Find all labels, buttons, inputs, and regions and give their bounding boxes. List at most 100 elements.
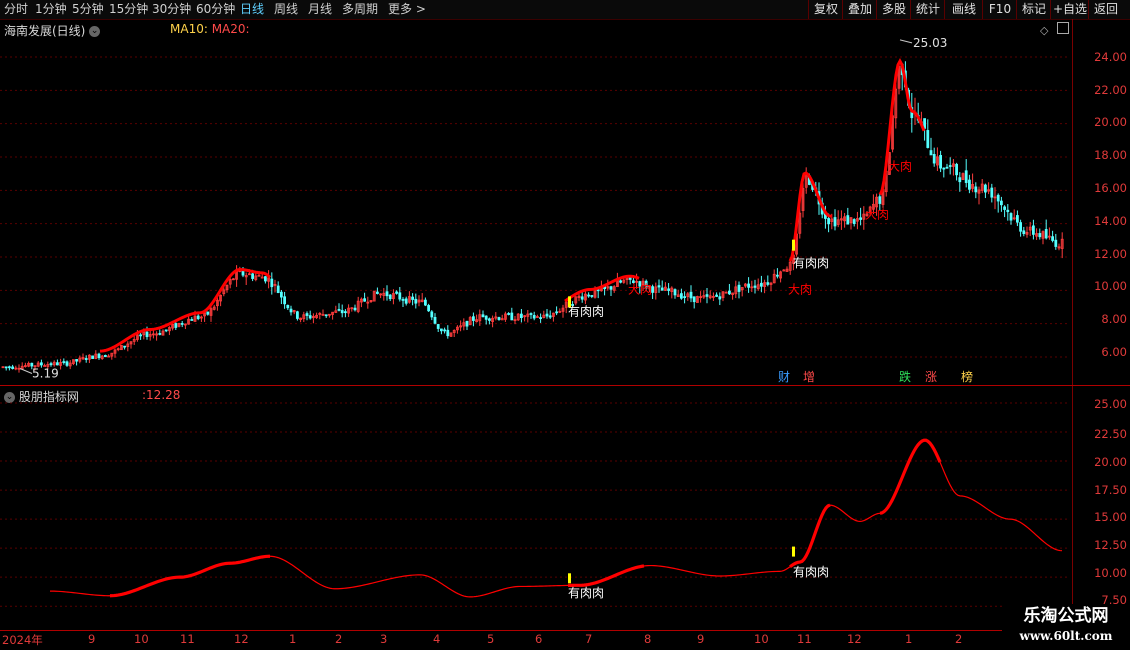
candle-body	[878, 196, 882, 204]
candle-body	[580, 296, 584, 300]
y-tick: 8.00	[1101, 312, 1127, 326]
candle-body	[190, 319, 194, 321]
candle-body	[343, 311, 347, 314]
signal-label: 有肉肉	[568, 586, 604, 600]
candle-body	[520, 313, 523, 318]
event-tag-increase[interactable]: 增	[801, 370, 817, 385]
candle-body	[667, 288, 670, 291]
candle-body	[1003, 206, 1006, 210]
candle-body	[65, 361, 69, 366]
candle-body	[337, 308, 341, 311]
f10-button[interactable]: F10	[982, 0, 1017, 19]
indicator-signal-segment	[879, 438, 942, 515]
overlay-button[interactable]: 叠加	[842, 0, 877, 19]
candle-body	[596, 289, 600, 292]
period-tab-60min[interactable]: 60分钟	[196, 1, 235, 18]
fq-button[interactable]: 复权	[808, 0, 843, 19]
candle-body	[430, 311, 434, 318]
candle-body	[263, 276, 267, 282]
candle-body	[75, 359, 78, 362]
x-tick: 2	[955, 632, 963, 646]
y-tick: 20.00	[1094, 115, 1127, 129]
period-tab-30min[interactable]: 30分钟	[152, 1, 191, 18]
candle-body	[84, 358, 88, 360]
period-tab-daily[interactable]: 日线	[240, 1, 264, 18]
signal-label: 大肉	[865, 208, 889, 222]
candle-body	[926, 130, 930, 148]
period-tab-more[interactable]: 更多 >	[388, 1, 426, 18]
x-tick: 6	[535, 632, 543, 646]
back-button[interactable]: 返回	[1088, 0, 1123, 19]
x-tick: 9	[88, 632, 96, 646]
candle-body	[398, 292, 402, 300]
add-watchlist-button[interactable]: +自选	[1050, 0, 1089, 19]
x-tick: 5	[487, 632, 495, 646]
y-tick: 25.00	[1094, 397, 1127, 411]
watermark-url: www.60lt.com	[1019, 629, 1113, 643]
candle-body	[174, 323, 178, 328]
candle-body	[548, 315, 552, 318]
indicator-chart[interactable]: 有肉肉有肉肉	[0, 386, 1130, 630]
watermark-title: 乐淘公式网	[1023, 606, 1109, 626]
mark-button[interactable]: 标记	[1016, 0, 1051, 19]
candle-body	[1006, 209, 1010, 213]
candle-body	[340, 310, 344, 314]
candle-body	[660, 287, 664, 291]
candle-body	[411, 296, 415, 300]
period-tab-weekly[interactable]: 周线	[274, 1, 298, 18]
candle-body	[487, 318, 491, 321]
signal-label: 有肉肉	[568, 304, 604, 318]
high-label: 25.03	[913, 36, 947, 50]
candle-body	[427, 305, 431, 312]
candle-body	[958, 177, 962, 183]
event-tag-finance[interactable]: 财	[776, 370, 792, 385]
candle-body	[1032, 225, 1035, 235]
candle-body	[423, 299, 427, 306]
candle-body	[776, 274, 779, 277]
x-tick: 11	[180, 632, 195, 646]
candlestick-chart[interactable]: 25.035.19有肉肉有肉肉大肉 大肉大肉大肉	[0, 19, 1130, 385]
candle-body	[11, 366, 15, 369]
candle-body	[180, 323, 184, 325]
event-tag-rank[interactable]: 榜	[959, 370, 975, 385]
candle-body	[529, 313, 533, 315]
y-tick: 10.00	[1094, 279, 1127, 293]
candle-body	[1000, 200, 1003, 206]
x-tick: 1	[289, 632, 297, 646]
candle-body	[465, 320, 469, 327]
period-tab-15min[interactable]: 15分钟	[109, 1, 148, 18]
candle-body	[852, 219, 856, 224]
x-tick: 12	[847, 632, 862, 646]
y-tick: 14.00	[1094, 214, 1127, 228]
draw-line-button[interactable]: 画线	[944, 0, 983, 19]
alert-marker	[568, 296, 571, 308]
y-tick: 10.00	[1094, 566, 1127, 580]
candle-body	[279, 291, 283, 298]
period-tab-monthly[interactable]: 月线	[308, 1, 332, 18]
candle-body	[1019, 222, 1022, 232]
period-tab-timeshare[interactable]: 分时	[4, 1, 28, 18]
candle-body	[414, 298, 418, 304]
signal-label: 有肉肉	[793, 565, 829, 579]
candle-body	[1009, 213, 1013, 221]
candle-body	[932, 154, 936, 164]
candle-body	[49, 363, 53, 366]
signal-label: 大肉	[628, 283, 652, 297]
candle-body	[375, 291, 379, 294]
period-tab-5min[interactable]: 5分钟	[72, 1, 104, 18]
alert-marker	[792, 546, 795, 557]
event-tag-drop[interactable]: 跌	[897, 370, 913, 385]
event-tag-rise[interactable]: 涨	[923, 370, 939, 385]
candle-body	[158, 333, 162, 335]
period-tab-1min[interactable]: 1分钟	[35, 1, 67, 18]
candle-body	[56, 362, 59, 366]
period-tab-multi[interactable]: 多周期	[342, 1, 378, 18]
signal-label: 大肉	[788, 283, 812, 297]
multi-stock-button[interactable]: 多股	[876, 0, 911, 19]
stats-button[interactable]: 统计	[910, 0, 945, 19]
candle-body	[532, 315, 536, 319]
candle-body	[683, 296, 686, 299]
candle-body	[609, 286, 613, 290]
y-tick: 22.50	[1094, 427, 1127, 441]
candle-body	[97, 353, 101, 359]
